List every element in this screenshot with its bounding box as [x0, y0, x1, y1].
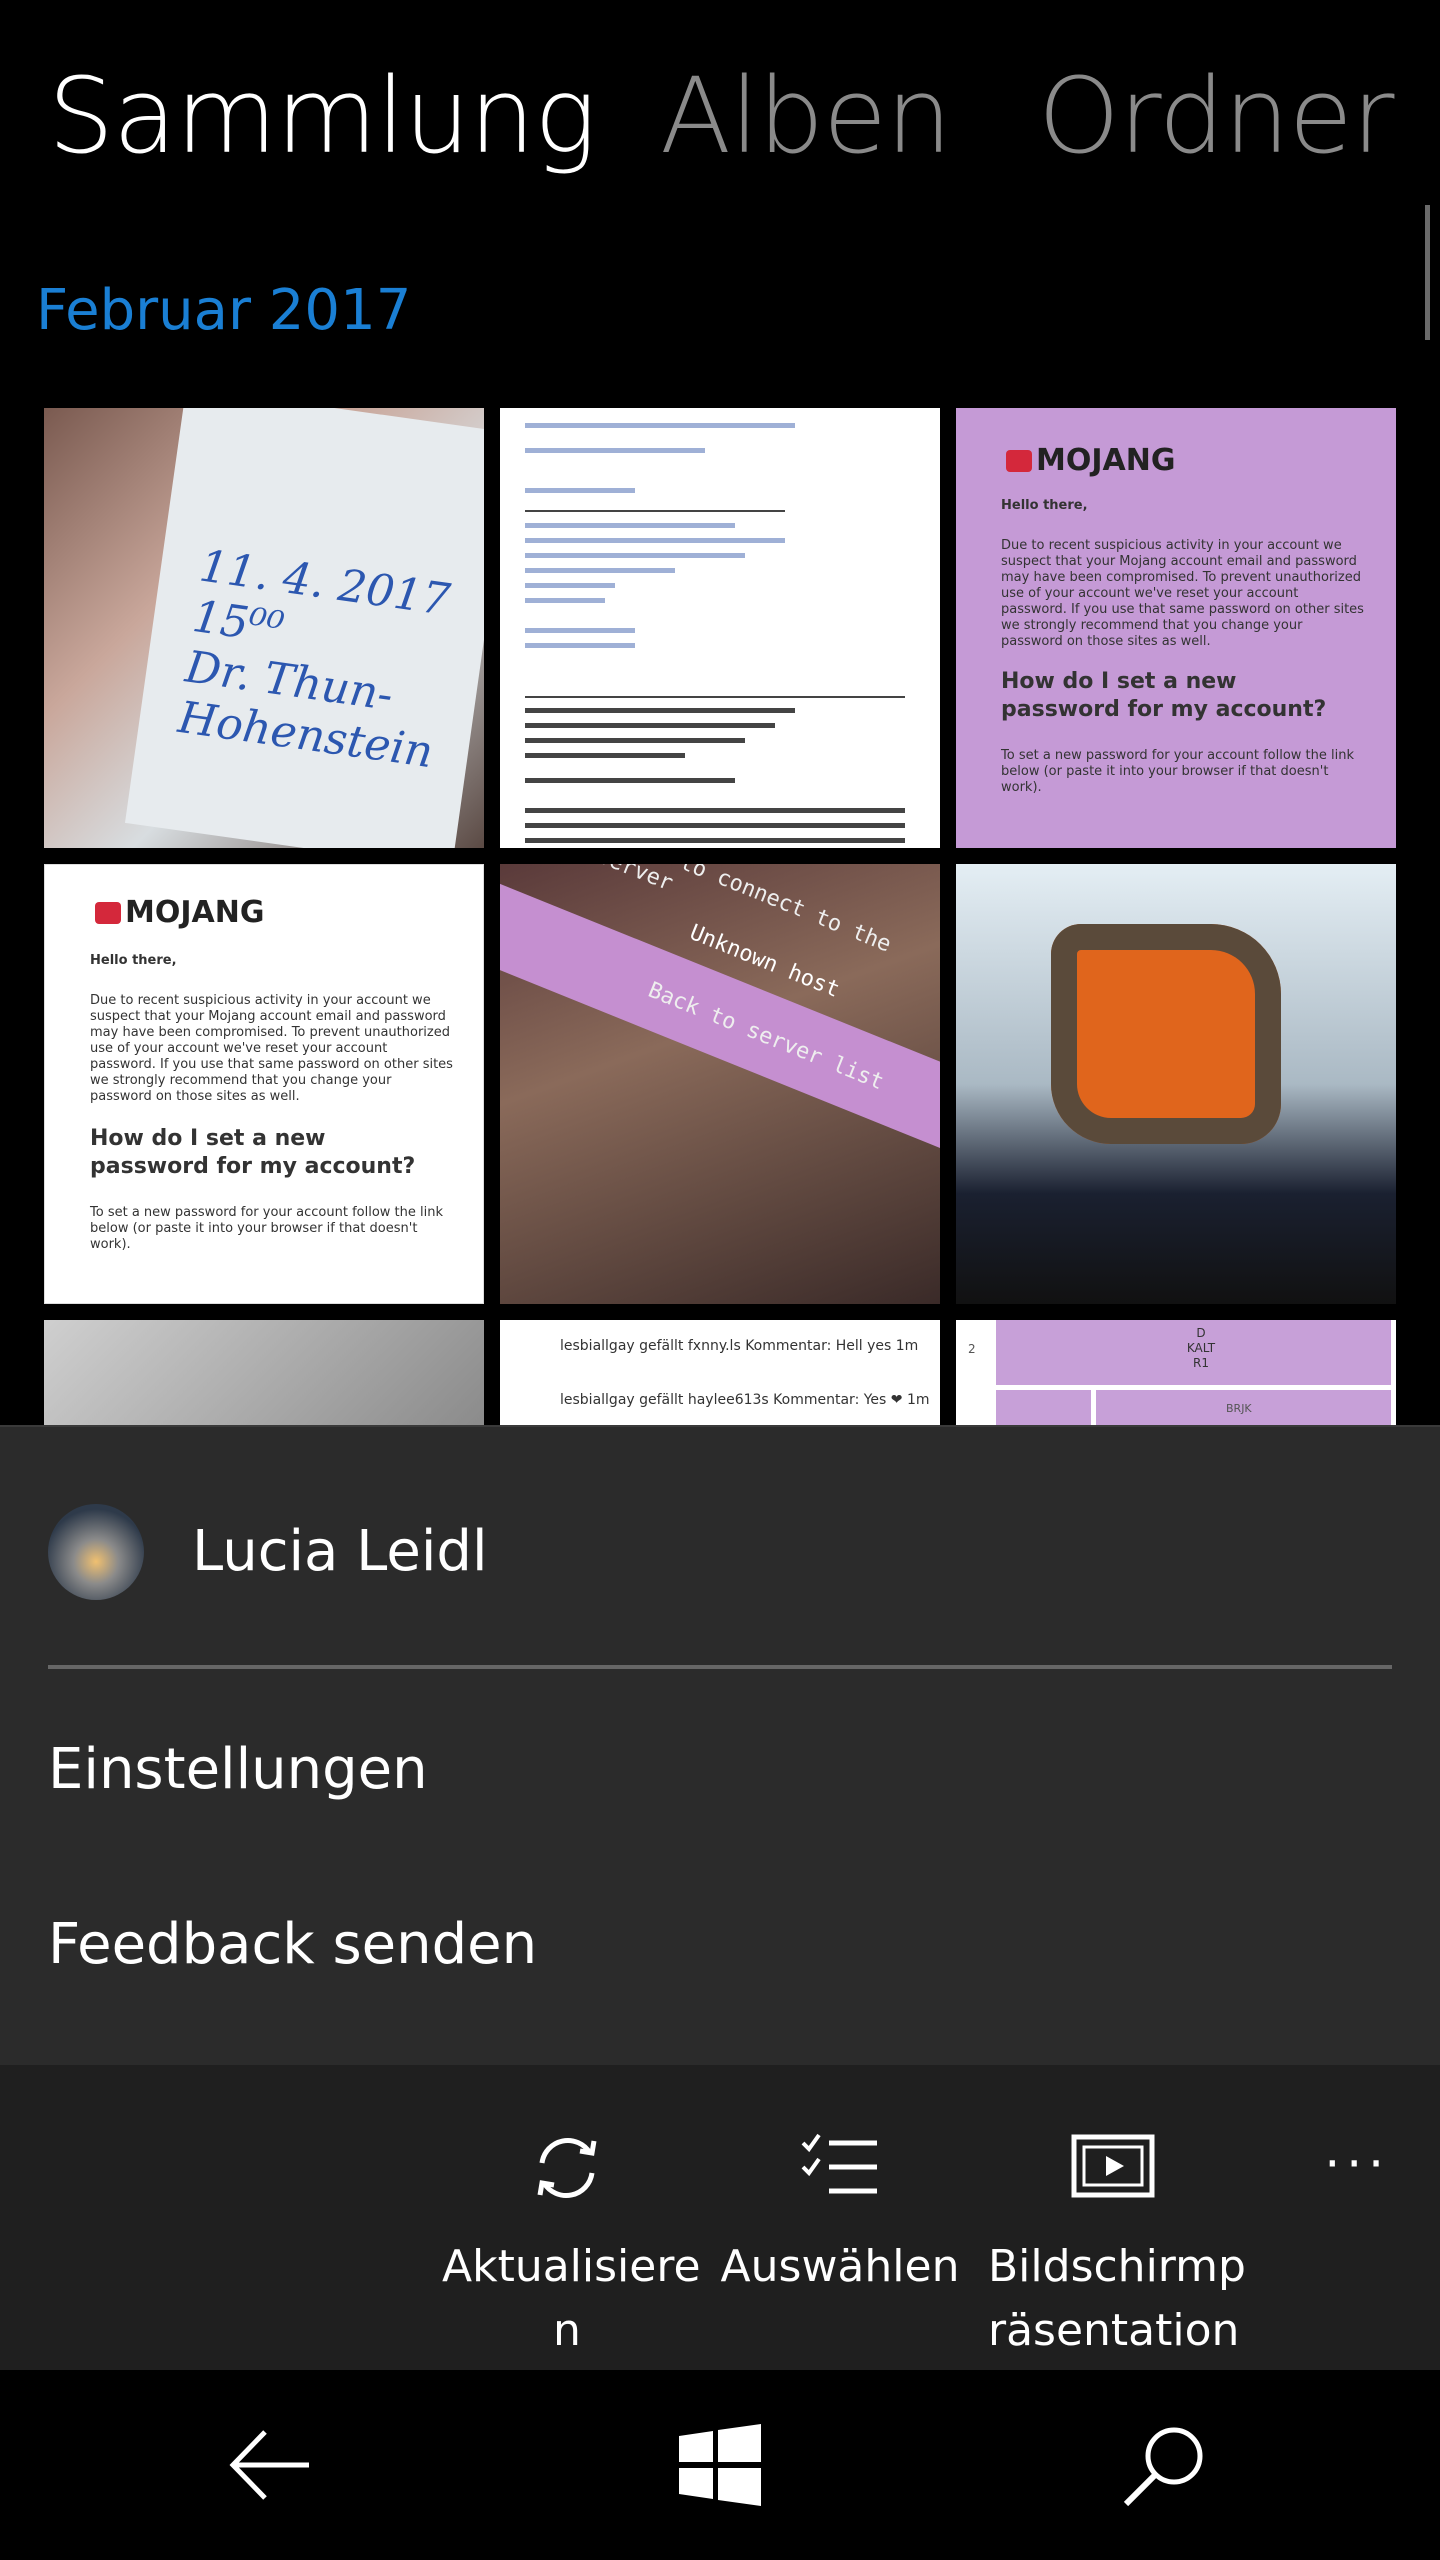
overflow-menu: Lucia Leidl Einstellungen Feedback sende… — [0, 1425, 1440, 2067]
divider — [48, 1665, 1392, 1669]
search-icon[interactable] — [1120, 2420, 1210, 2514]
more-icon[interactable]: ··· — [1324, 2135, 1390, 2193]
back-arrow-icon[interactable] — [225, 2420, 315, 2514]
menu-item-feedback[interactable]: Feedback senden — [48, 1912, 537, 1977]
slideshow-button[interactable]: Bildschirmp räsentation — [988, 2123, 1246, 2363]
tab-sammlung[interactable]: Sammlung — [48, 55, 596, 177]
slideshow-icon — [1071, 2134, 1155, 2198]
photo-tile-instagram-activity[interactable]: lesbiallgay gefällt fxnny.ls Kommentar: … — [500, 1320, 940, 1425]
refresh-label: Aktualisiere n — [442, 2241, 701, 2356]
month-header[interactable]: Februar 2017 — [36, 278, 411, 343]
select-button[interactable]: Auswählen — [715, 2123, 965, 2299]
slideshow-label: Bildschirmp räsentation — [988, 2241, 1246, 2356]
select-list-icon — [801, 2133, 877, 2194]
mojang-logo: MOJANG — [95, 895, 264, 930]
refresh-button[interactable]: Aktualisiere n — [442, 2123, 701, 2363]
photo-tile-server-error-screen[interactable]: ailed to connect to the server Unknown h… — [500, 864, 940, 1304]
refresh-icon — [537, 2138, 597, 2198]
select-label: Auswählen — [720, 2241, 960, 2292]
avatar[interactable] — [48, 1504, 144, 1600]
photo-tile-spreadsheet[interactable]: 2 D KALT R1 BRJK — [956, 1320, 1396, 1425]
scrollbar[interactable] — [1425, 205, 1430, 340]
tab-ordner[interactable]: Ordner — [1038, 55, 1394, 177]
account-name[interactable]: Lucia Leidl — [192, 1519, 488, 1584]
menu-item-settings[interactable]: Einstellungen — [48, 1737, 428, 1802]
mojang-logo: MOJANG — [1006, 443, 1175, 478]
photo-tile-mojang-email-white[interactable]: MOJANG Hello there, Due to recent suspic… — [44, 864, 484, 1304]
windows-start-icon[interactable] — [675, 2420, 765, 2514]
photo-tile-appointment-card[interactable]: 11. 4. 2017 15⁰⁰ Dr. Thun-Hohenstein — [44, 408, 484, 848]
photo-tile-stone-wall[interactable] — [44, 1320, 484, 1425]
navigation-bar — [0, 2370, 1440, 2560]
photo-tile-mojang-email-purple[interactable]: MOJANG Hello there, Due to recent suspic… — [956, 408, 1396, 848]
app-bar: Aktualisiere n Auswählen Bildschirmp räs… — [0, 2065, 1440, 2370]
photo-tile-email-letter[interactable] — [500, 408, 940, 848]
photo-tile-minecraft-laptop[interactable] — [956, 864, 1396, 1304]
voxel-creature — [1051, 924, 1281, 1144]
tab-alben[interactable]: Alben — [660, 55, 952, 177]
